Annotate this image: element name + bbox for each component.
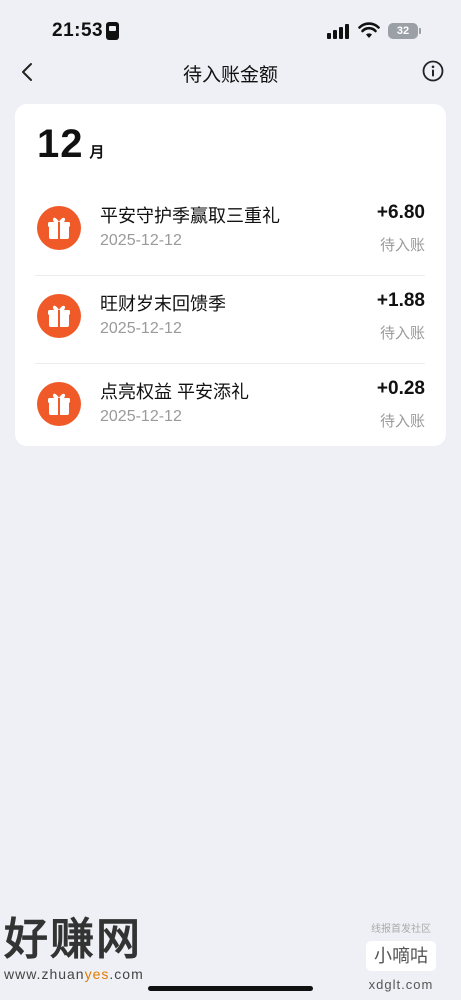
record-name: 旺财岁末回馈季	[100, 294, 226, 314]
record-name: 点亮权益 平安添礼	[100, 382, 250, 402]
battery-icon: 32	[388, 23, 421, 39]
home-indicator[interactable]	[148, 986, 313, 991]
signal-icon	[327, 23, 351, 39]
list-item[interactable]: 点亮权益 平安添礼 2025-12-12 +0.28 待入账	[35, 364, 425, 452]
wifi-icon	[358, 22, 380, 38]
record-status: 待入账	[379, 325, 425, 342]
record-date: 2025-12-12	[100, 232, 182, 249]
record-amount: +0.28	[376, 378, 425, 399]
list-item[interactable]: 平安守护季赢取三重礼 2025-12-12 +6.80 待入账	[35, 188, 425, 276]
status-time: 21:53	[52, 20, 104, 41]
record-name: 平安守护季赢取三重礼	[100, 206, 280, 226]
watermark-site: xdglt.com	[368, 977, 434, 992]
nav-header: 待入账金额	[0, 52, 461, 92]
gift-icon	[37, 206, 81, 250]
record-status: 待入账	[379, 413, 425, 430]
gift-icon	[37, 294, 81, 338]
info-icon[interactable]	[422, 60, 444, 82]
watermark-title: 好赚网	[4, 915, 142, 964]
id-card-icon	[106, 22, 119, 40]
watermark-box: 小嘀咕	[366, 941, 436, 971]
watermark-badge: 线报首发社区 小嘀咕 xdglt.com	[366, 920, 436, 992]
list-item[interactable]: 旺财岁末回馈季 2025-12-12 +1.88 待入账	[35, 276, 425, 364]
gift-icon	[37, 382, 81, 426]
watermark-url: www.zhuanyes.com	[4, 966, 144, 982]
watermark-tag: 线报首发社区	[371, 924, 431, 935]
month-unit: 月	[89, 144, 105, 161]
page-title: 待入账金额	[182, 65, 278, 86]
pending-list-card: 12 月 平安守护季赢取三重礼 2025-12-12 +6.80 待入账 旺财岁末…	[15, 104, 446, 446]
record-status: 待入账	[379, 237, 425, 254]
watermark-logo: 好赚网 www.zhuanyes.com	[4, 915, 144, 983]
record-amount: +1.88	[376, 290, 425, 311]
record-date: 2025-12-12	[100, 320, 182, 337]
month-heading: 12 月	[37, 122, 105, 167]
record-date: 2025-12-12	[100, 408, 182, 425]
record-amount: +6.80	[376, 202, 425, 223]
month-number: 12	[37, 122, 84, 166]
